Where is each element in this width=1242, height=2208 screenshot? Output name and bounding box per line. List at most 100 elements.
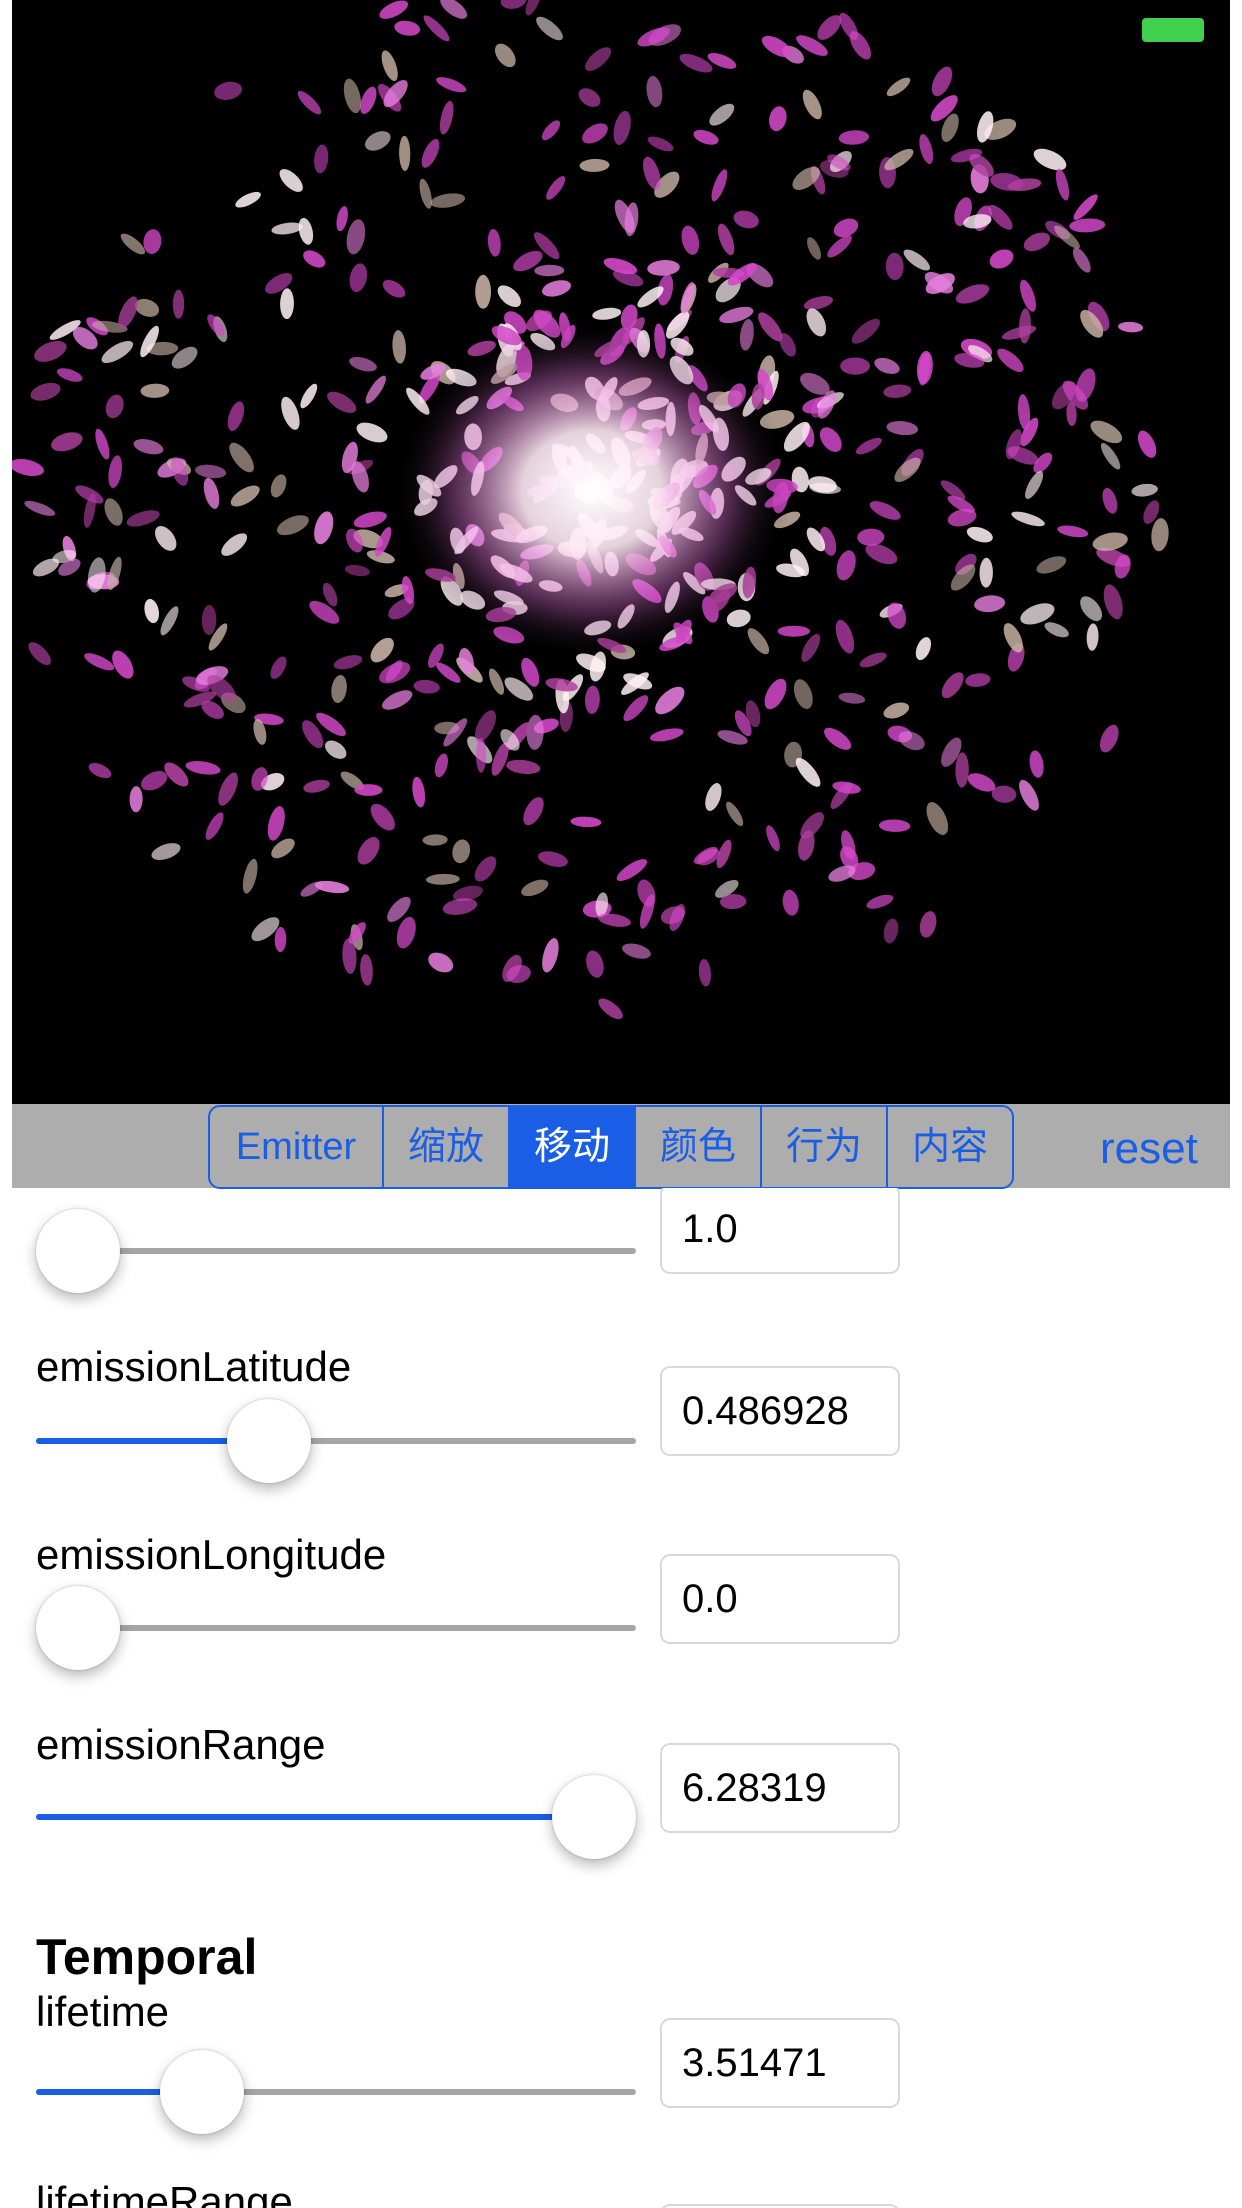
particle <box>542 938 559 973</box>
particle <box>1011 511 1045 527</box>
emission-longitude-slider-thumb[interactable] <box>36 1586 120 1670</box>
particle <box>129 786 143 813</box>
particle <box>327 391 357 413</box>
particle <box>570 816 602 828</box>
particle <box>838 692 866 704</box>
particle <box>546 176 566 200</box>
emission-latitude-slider-thumb[interactable] <box>226 1399 311 1483</box>
particle <box>412 776 426 808</box>
particle <box>838 130 870 145</box>
particle <box>349 356 377 372</box>
tab-color[interactable]: 颜色 <box>636 1107 762 1187</box>
lifetime-range-label: lifetimeRange <box>36 2178 293 2208</box>
particle <box>271 222 303 235</box>
particle <box>1102 487 1118 514</box>
particle <box>133 439 164 455</box>
particle <box>421 138 440 168</box>
particle <box>1137 430 1157 458</box>
tab-behavior[interactable]: 行为 <box>762 1107 888 1187</box>
particle <box>370 803 395 831</box>
particle <box>436 77 467 93</box>
particle <box>840 357 870 375</box>
emission-latitude-slider-track[interactable] <box>36 1438 636 1444</box>
particle <box>214 81 243 100</box>
particle <box>807 237 821 260</box>
particle <box>1057 525 1089 538</box>
particle <box>229 442 254 473</box>
particle <box>172 289 185 319</box>
particle <box>883 702 910 719</box>
particle <box>974 595 1006 613</box>
particle <box>836 550 856 581</box>
spin-value-field[interactable]: 1.0 <box>660 1188 900 1274</box>
particle <box>1103 584 1123 620</box>
particle <box>887 602 907 629</box>
particle <box>711 169 728 202</box>
particle <box>806 308 827 337</box>
particle <box>623 695 649 722</box>
particle <box>154 525 177 551</box>
emission-range-slider-thumb[interactable] <box>552 1775 636 1859</box>
emission-range-value-field[interactable]: 6.28319 <box>660 1743 900 1833</box>
particle <box>30 382 61 401</box>
particle <box>349 263 368 292</box>
particle <box>523 797 544 826</box>
particle <box>1118 321 1144 333</box>
particle <box>324 740 347 759</box>
emission-latitude-slider-fill <box>36 1438 258 1444</box>
particle <box>739 318 754 351</box>
emission-longitude-slider-track[interactable] <box>36 1625 636 1631</box>
particle <box>88 763 112 779</box>
particle <box>592 307 622 320</box>
particle <box>430 193 466 208</box>
particle <box>541 120 561 141</box>
controls-panel[interactable]: 1.0 emissionLatitude 0.486928 emissionLo… <box>0 1188 1242 2208</box>
tab-content[interactable]: 内容 <box>888 1107 1012 1187</box>
particle <box>536 16 563 41</box>
emission-longitude-value-field[interactable]: 0.0 <box>660 1554 900 1644</box>
tab-movement[interactable]: 移动 <box>510 1107 636 1187</box>
particle <box>903 249 930 271</box>
particle <box>726 801 744 827</box>
spin-slider-track[interactable] <box>36 1248 636 1254</box>
particle <box>1131 483 1158 497</box>
particle <box>886 77 911 97</box>
particle <box>267 806 285 841</box>
spin-slider-thumb[interactable] <box>36 1209 120 1293</box>
particle <box>989 249 1014 269</box>
particle <box>12 458 44 477</box>
particle <box>314 511 334 545</box>
lifetime-slider-track[interactable] <box>36 2089 636 2095</box>
particle <box>379 661 411 684</box>
particle <box>1033 148 1067 171</box>
particle <box>440 0 468 19</box>
lifetime-range-value-field[interactable] <box>660 2204 900 2208</box>
reset-button[interactable]: reset <box>1100 1123 1198 1175</box>
tab-scale[interactable]: 缩放 <box>384 1107 510 1187</box>
particle <box>365 375 386 404</box>
particle <box>357 837 380 865</box>
particle <box>105 394 124 419</box>
emission-range-slider-track[interactable] <box>36 1814 636 1820</box>
particle <box>1086 623 1099 651</box>
particle <box>392 330 406 364</box>
particle <box>955 752 969 788</box>
particle <box>422 834 448 846</box>
particle <box>143 229 162 255</box>
particle <box>1025 471 1044 499</box>
particle <box>869 501 901 520</box>
particle <box>526 714 544 750</box>
particle <box>538 851 568 867</box>
lifetime-value-field[interactable]: 3.51471 <box>660 2018 900 2108</box>
particle <box>201 605 217 635</box>
particle <box>279 169 303 192</box>
particle <box>1080 596 1103 622</box>
lifetime-slider-thumb[interactable] <box>159 2050 244 2134</box>
emission-latitude-value-field[interactable]: 0.486928 <box>660 1366 900 1456</box>
tab-emitter[interactable]: Emitter <box>210 1107 384 1187</box>
particle <box>1092 532 1128 551</box>
particle <box>497 285 521 308</box>
particle <box>874 357 900 374</box>
particle <box>801 633 821 662</box>
particle <box>494 43 516 68</box>
